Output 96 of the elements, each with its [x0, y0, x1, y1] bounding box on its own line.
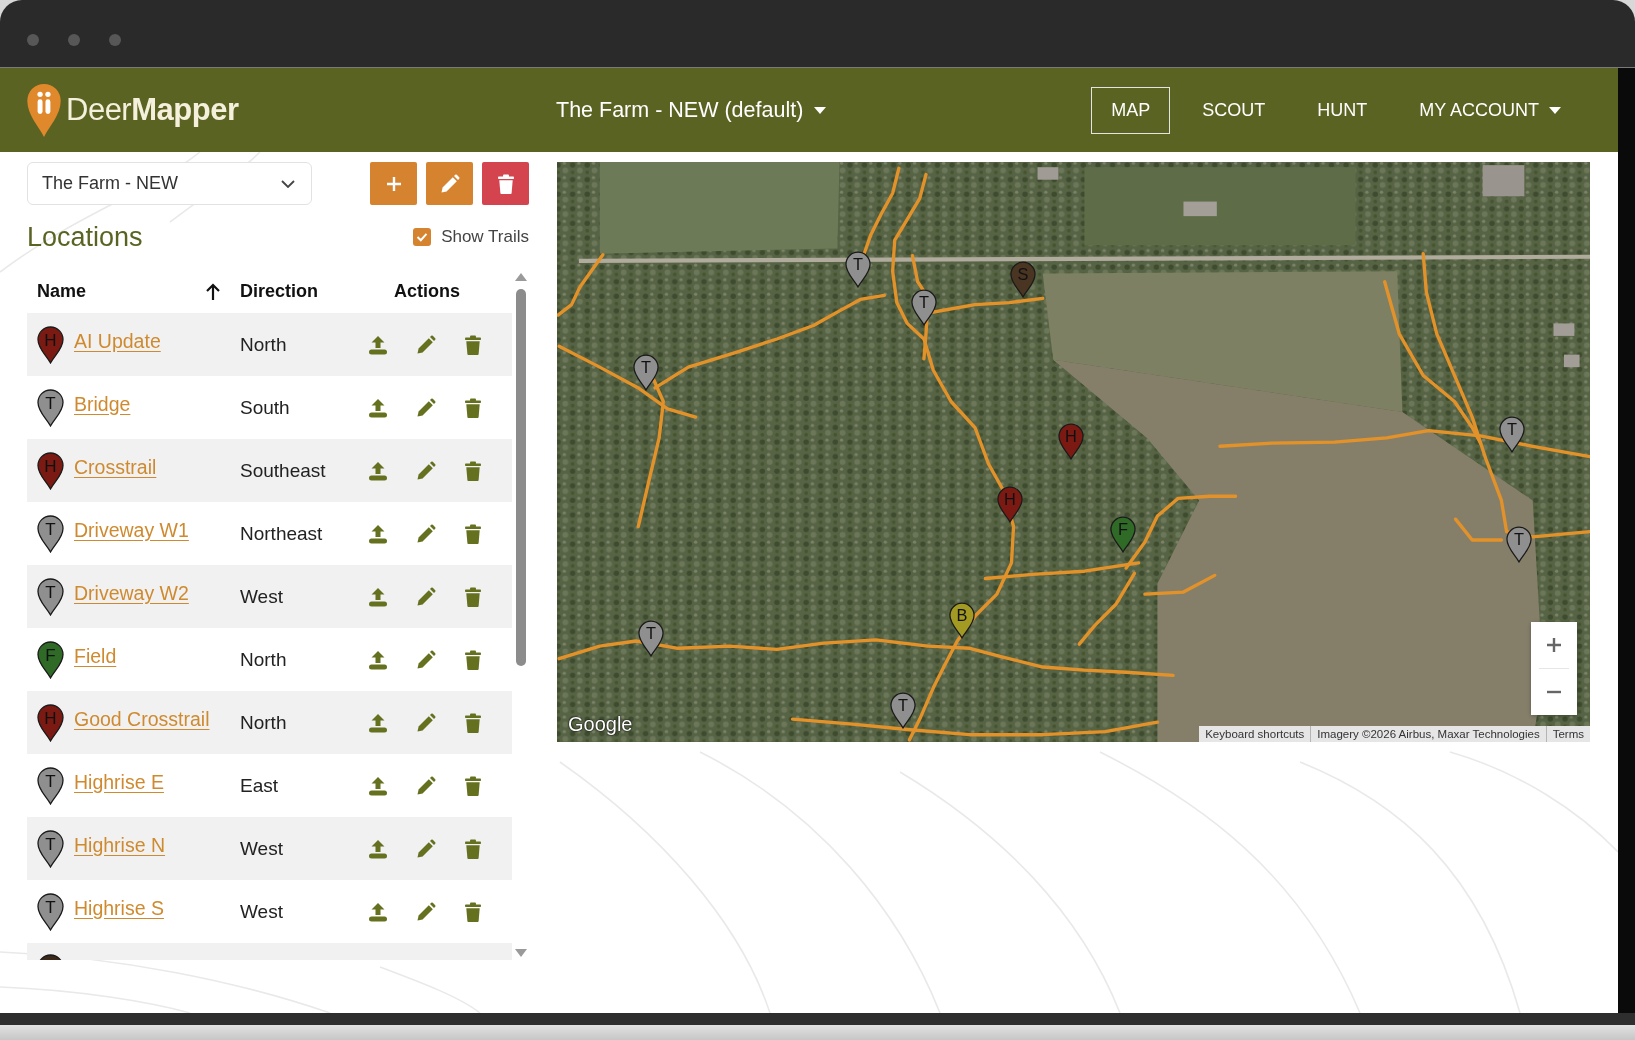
zoom-in-button[interactable] — [1531, 622, 1577, 668]
trash-icon[interactable] — [464, 775, 482, 796]
direction-text: North — [240, 648, 287, 670]
nav-link[interactable]: MY ACCOUNT — [1399, 86, 1581, 134]
map-pin-marker: T — [37, 577, 64, 616]
direction-text: South — [240, 396, 290, 418]
pencil-icon[interactable] — [416, 460, 436, 481]
map-pin-marker: H — [37, 703, 64, 742]
show-trails-checkbox[interactable] — [413, 228, 432, 246]
attribution-link[interactable]: Terms — [1545, 726, 1590, 742]
upload-icon[interactable] — [368, 586, 388, 607]
pencil-icon[interactable] — [416, 838, 436, 859]
direction-text: Southeast — [240, 459, 326, 481]
minus-icon — [1546, 690, 1562, 694]
window-dot-icon — [109, 34, 121, 46]
direction-text: West — [240, 837, 283, 859]
upload-icon[interactable] — [368, 901, 388, 922]
direction-text: North — [240, 711, 287, 733]
direction-text: North — [240, 333, 287, 355]
section-title: Locations — [27, 221, 143, 253]
upload-icon[interactable] — [368, 523, 388, 544]
trash-icon[interactable] — [464, 838, 482, 859]
edit-button[interactable] — [426, 162, 473, 205]
logo-text: DeerMapper — [66, 92, 239, 128]
map-pin-marker: T — [37, 388, 64, 427]
trash-icon — [496, 173, 515, 194]
pencil-icon[interactable] — [416, 775, 436, 796]
property-select[interactable]: The Farm - NEW — [27, 162, 312, 205]
scrollbar-thumb[interactable] — [515, 289, 526, 666]
direction-text: West — [240, 900, 283, 922]
map-pin-marker[interactable]: T — [638, 620, 664, 657]
pencil-icon — [439, 173, 460, 194]
caret-down-icon — [1549, 106, 1561, 114]
pencil-icon[interactable] — [416, 901, 436, 922]
caret-down-icon — [814, 106, 827, 114]
map-provider-logo: Google — [568, 713, 633, 736]
pencil-icon[interactable] — [416, 523, 436, 544]
checkbox-label: Show Trails — [441, 227, 529, 247]
map-pin-marker: H — [37, 451, 64, 490]
upload-icon[interactable] — [368, 775, 388, 796]
upload-icon[interactable] — [368, 397, 388, 418]
trash-icon[interactable] — [464, 649, 482, 670]
trash-icon[interactable] — [464, 586, 482, 607]
trash-icon[interactable] — [464, 397, 482, 418]
delete-button[interactable] — [482, 162, 529, 205]
attribution-link[interactable]: Keyboard shortcuts — [1199, 726, 1311, 742]
direction-text: East — [240, 774, 279, 796]
map-pin-marker[interactable]: T — [1499, 416, 1525, 453]
direction-text: West — [240, 585, 283, 607]
window-dot-icon — [27, 34, 39, 46]
scroll-up-icon[interactable] — [514, 273, 527, 281]
column-header[interactable]: Name — [27, 276, 230, 307]
checkmark-icon — [416, 232, 429, 242]
upload-icon[interactable] — [368, 460, 388, 481]
arrow-up-icon — [205, 282, 221, 301]
trash-icon[interactable] — [464, 460, 482, 481]
map-pin-marker: T — [37, 829, 64, 868]
scroll-down-icon[interactable] — [514, 949, 527, 957]
plus-icon — [385, 175, 402, 192]
upload-icon[interactable] — [368, 649, 388, 670]
upload-icon[interactable] — [368, 712, 388, 733]
upload-icon[interactable] — [368, 838, 388, 859]
direction-text: Northeast — [240, 522, 323, 544]
column-header[interactable]: Direction — [230, 276, 355, 307]
trash-icon[interactable] — [464, 712, 482, 733]
map-pin-marker[interactable]: T — [1506, 526, 1532, 563]
map-pin-marker: T — [37, 766, 64, 805]
trash-icon[interactable] — [464, 523, 482, 544]
map-pin-marker[interactable]: T — [890, 692, 916, 729]
upload-icon[interactable] — [368, 334, 388, 355]
map-pin-marker[interactable]: T — [633, 354, 659, 391]
map-pin-marker[interactable]: T — [911, 289, 937, 326]
property-dropdown[interactable]: The Farm - NEW (default) — [556, 97, 827, 123]
map-pin-marker: H — [37, 325, 64, 364]
nav-link[interactable]: HUNT — [1297, 86, 1388, 134]
pencil-icon[interactable] — [416, 334, 436, 355]
pencil-icon[interactable] — [416, 397, 436, 418]
logo-pin-icon — [26, 82, 62, 138]
trash-icon[interactable] — [464, 901, 482, 922]
trash-icon[interactable] — [464, 334, 482, 355]
map-pin-marker: T — [37, 514, 64, 553]
imagery-credit: Imagery ©2026 Airbus, Maxar Technologies — [1310, 726, 1546, 742]
nav-link[interactable]: SCOUT — [1182, 86, 1286, 134]
pencil-icon[interactable] — [416, 712, 436, 733]
column-header[interactable]: Actions — [355, 276, 512, 307]
add-button[interactable] — [370, 162, 417, 205]
map-pin-marker: F — [37, 640, 64, 679]
pencil-icon[interactable] — [416, 649, 436, 670]
chevron-down-icon — [281, 179, 295, 188]
map-pin-marker: T — [37, 892, 64, 931]
map-pin-marker[interactable]: T — [845, 251, 871, 288]
pencil-icon[interactable] — [416, 586, 436, 607]
plus-icon — [1546, 637, 1562, 653]
window-dot-icon — [68, 34, 80, 46]
map-pin-marker[interactable]: B — [949, 602, 975, 639]
nav-link[interactable]: MAP — [1091, 86, 1171, 134]
